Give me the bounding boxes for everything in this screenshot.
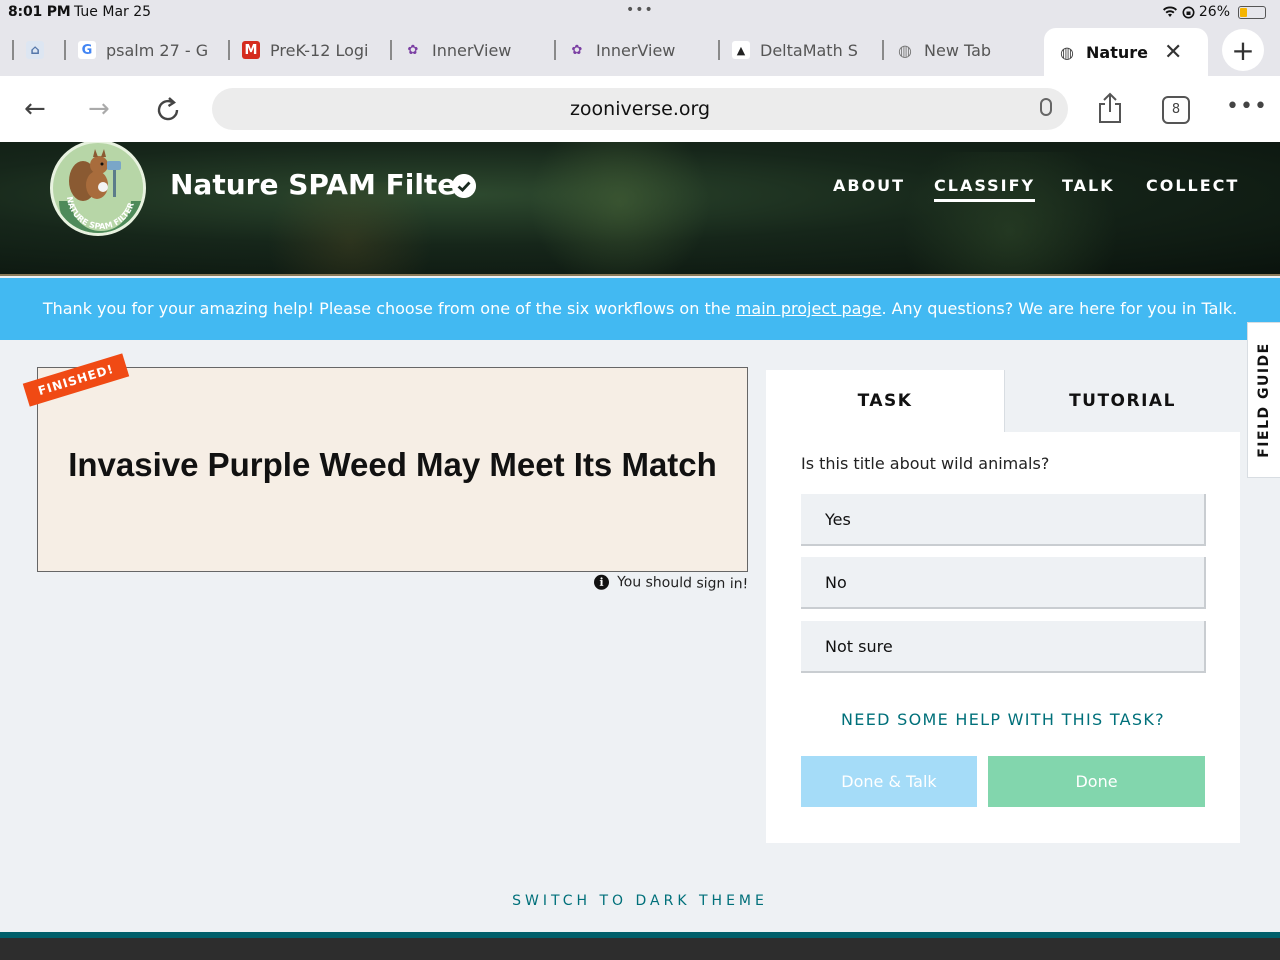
battery-percent: 26% — [1198, 4, 1230, 20]
tab-count-button[interactable]: 8 — [1162, 96, 1190, 124]
done-and-talk-button[interactable]: Done & Talk — [801, 756, 977, 807]
forward-arrow-icon[interactable]: → — [88, 94, 110, 124]
browser-tab[interactable]: ✿ InnerView — [554, 40, 714, 60]
browser-tab[interactable]: ▲ DeltaMath S — [718, 40, 878, 60]
field-guide-button[interactable]: FIELD GUIDE — [1247, 322, 1280, 478]
browser-tab[interactable]: M PreK-12 Logi — [228, 40, 384, 60]
announcement-banner: Thank you for your amazing help! Please … — [0, 278, 1280, 340]
answer-no-button[interactable]: No — [801, 557, 1206, 609]
subject-title: Invasive Purple Weed May Meet Its Match — [68, 446, 717, 483]
new-tab-button[interactable]: + — [1222, 29, 1264, 71]
main-project-page-link[interactable]: main project page — [736, 299, 882, 318]
browser-toolbar: ← → zooniverse.org 8 ••• — [0, 76, 1280, 142]
project-logo[interactable]: NATURE SPAM FILTER — [50, 142, 146, 236]
nav-talk[interactable]: TALK — [1062, 176, 1115, 195]
globe-icon: ◍ — [1060, 42, 1074, 62]
status-date: Tue Mar 25 — [74, 4, 152, 20]
browser-tab[interactable]: ✿ InnerView — [390, 40, 550, 60]
multitasking-dots-icon[interactable]: ••• — [626, 2, 654, 18]
mcgraw-icon: M — [242, 41, 260, 59]
globe-icon: ◍ — [898, 40, 912, 60]
nav-classify[interactable]: CLASSIFY — [934, 176, 1036, 202]
task-help-link[interactable]: NEED SOME HELP WITH THIS TASK? — [766, 710, 1240, 729]
browser-tab[interactable]: ◍ New Tab — [882, 40, 1032, 60]
task-question: Is this title about wild animals? — [801, 454, 1050, 473]
share-icon[interactable] — [1096, 92, 1124, 124]
project-title[interactable]: Nature SPAM Filter — [170, 168, 470, 201]
squirrel-icon: NATURE SPAM FILTER — [56, 146, 143, 233]
google-icon: G — [78, 41, 96, 59]
done-button[interactable]: Done — [988, 756, 1205, 807]
status-time: 8:01 PM — [8, 4, 71, 20]
innerview-icon: ✿ — [571, 42, 583, 58]
nav-collect[interactable]: COLLECT — [1146, 176, 1239, 195]
status-bar: 8:01 PM Tue Mar 25 ••• 26% — [0, 0, 1280, 24]
site-footer — [0, 932, 1280, 960]
url-text: zooniverse.org — [569, 98, 711, 120]
innerview-icon: ✿ — [407, 42, 419, 58]
close-tab-icon[interactable]: ✕ — [1164, 40, 1182, 65]
wifi-icon — [1162, 6, 1177, 17]
orientation-lock-icon — [1182, 6, 1195, 18]
more-options-icon[interactable]: ••• — [1226, 94, 1268, 119]
status-right: 26% — [1162, 4, 1266, 20]
browser-tab[interactable]: ⌂ — [12, 40, 62, 60]
verified-check-icon — [452, 174, 476, 198]
back-arrow-icon[interactable]: ← — [24, 94, 46, 124]
subject-viewer: Invasive Purple Weed May Meet Its Match — [37, 367, 748, 572]
browser-tab[interactable]: G psalm 27 - G — [64, 40, 224, 60]
answer-not-sure-button[interactable]: Not sure — [801, 621, 1206, 673]
battery-icon — [1238, 5, 1266, 19]
browser-tab-bar: ⌂ G psalm 27 - G M PreK-12 Logi ✿ InnerV… — [0, 24, 1280, 76]
browser-tab-active[interactable]: ◍ Nature S ✕ — [1044, 28, 1208, 76]
answer-yes-button[interactable]: Yes — [801, 494, 1206, 546]
project-header: NATURE SPAM FILTER Nature SPAM Filter AB… — [0, 142, 1280, 276]
switch-dark-theme-link[interactable]: SWITCH TO DARK THEME — [0, 893, 1280, 909]
info-icon: i — [593, 574, 610, 590]
reload-icon[interactable] — [154, 96, 182, 124]
microphone-icon[interactable] — [1040, 98, 1052, 116]
task-panel: TASK TUTORIAL Is this title about wild a… — [766, 370, 1240, 843]
tab-task[interactable]: TASK — [766, 370, 1004, 432]
tab-tutorial[interactable]: TUTORIAL — [1004, 370, 1240, 432]
deltamath-icon: ▲ — [732, 41, 750, 59]
app-icon: ⌂ — [26, 41, 44, 59]
sign-in-note[interactable]: i You should sign in! — [593, 574, 748, 592]
address-bar[interactable]: zooniverse.org — [212, 88, 1068, 130]
nav-about[interactable]: ABOUT — [833, 176, 905, 195]
